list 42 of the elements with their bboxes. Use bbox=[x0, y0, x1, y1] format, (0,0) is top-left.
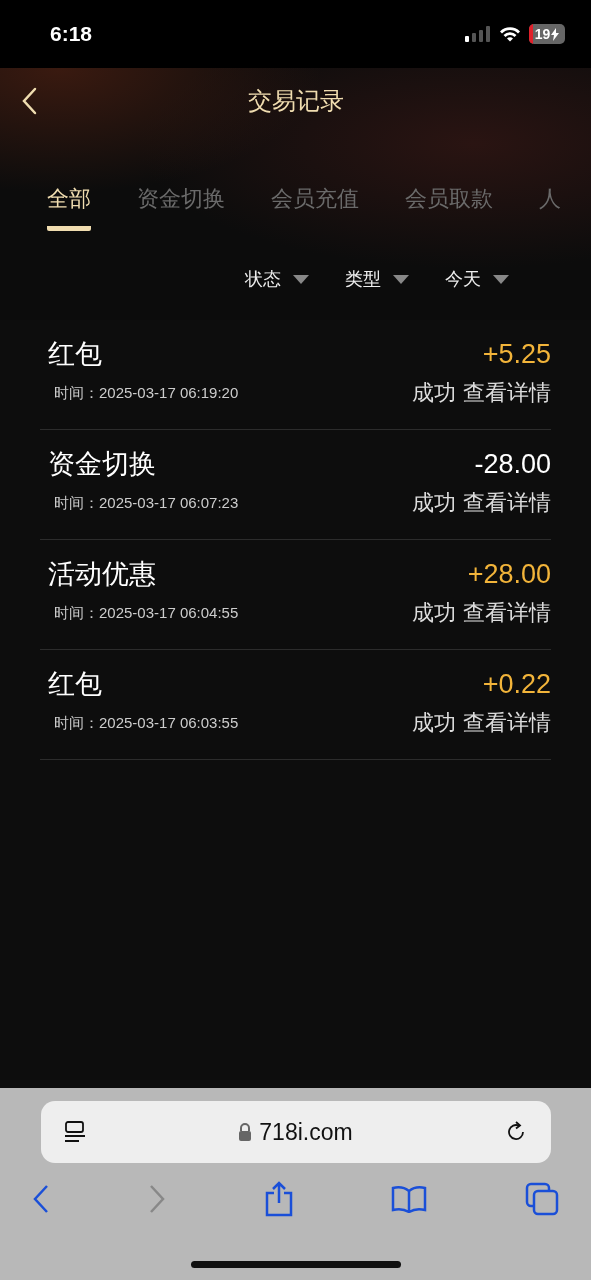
record-amount: +0.22 bbox=[482, 668, 551, 700]
record-status: 成功 bbox=[412, 380, 456, 405]
address-bar[interactable]: 718i.com bbox=[40, 1101, 551, 1163]
book-icon[interactable] bbox=[391, 1185, 428, 1213]
reader-icon[interactable] bbox=[62, 1120, 87, 1144]
record-title: 活动优惠 bbox=[48, 557, 156, 591]
share-icon[interactable] bbox=[263, 1181, 294, 1217]
caret-icon bbox=[493, 274, 509, 284]
record-title: 红包 bbox=[48, 337, 102, 371]
status-time: 6:18 bbox=[50, 22, 93, 46]
record-time: 时间：2025-03-17 06:04:55 bbox=[53, 603, 239, 623]
tab[interactable]: 资金切换 bbox=[137, 184, 225, 231]
wifi-icon bbox=[499, 26, 521, 42]
filter-dropdown[interactable]: 状态 bbox=[245, 267, 309, 291]
lock-icon bbox=[238, 1123, 253, 1141]
filter-dropdown[interactable]: 类型 bbox=[345, 267, 409, 291]
record-title: 资金切换 bbox=[48, 447, 156, 481]
tab[interactable]: 会员充值 bbox=[271, 184, 359, 231]
record-amount: +28.00 bbox=[467, 558, 551, 590]
record-amount: +5.25 bbox=[482, 338, 551, 370]
page-title: 交易记录 bbox=[247, 86, 344, 117]
record-time: 时间：2025-03-17 06:19:20 bbox=[53, 383, 239, 403]
details-link[interactable]: 查看详情 bbox=[463, 710, 551, 735]
record-amount: -28.00 bbox=[474, 448, 551, 480]
record-time: 时间：2025-03-17 06:03:55 bbox=[53, 713, 239, 733]
record-time: 时间：2025-03-17 06:07:23 bbox=[53, 493, 239, 513]
caret-icon bbox=[393, 274, 409, 284]
details-link[interactable]: 查看详情 bbox=[463, 380, 551, 405]
tabs-icon[interactable] bbox=[525, 1182, 559, 1216]
signal-icon bbox=[465, 26, 491, 42]
record-status: 成功 bbox=[412, 490, 456, 515]
tab[interactable]: 全部 bbox=[47, 184, 91, 231]
record-status: 成功 bbox=[412, 600, 456, 625]
battery-icon: 19 bbox=[529, 24, 565, 44]
caret-icon bbox=[293, 274, 309, 284]
details-link[interactable]: 查看详情 bbox=[463, 600, 551, 625]
details-link[interactable]: 查看详情 bbox=[463, 490, 551, 515]
record-status: 成功 bbox=[412, 710, 456, 735]
record-title: 红包 bbox=[48, 667, 102, 701]
filter-dropdown[interactable]: 今天 bbox=[445, 267, 509, 291]
url-text: 718i.com bbox=[259, 1118, 353, 1146]
back-icon[interactable] bbox=[22, 87, 38, 115]
